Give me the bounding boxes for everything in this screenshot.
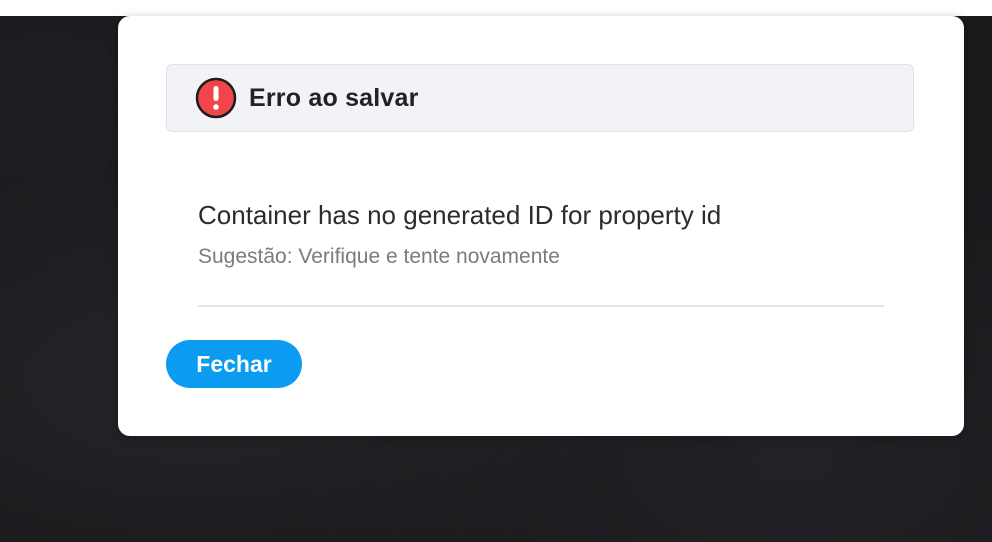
dialog-title: Erro ao salvar xyxy=(249,83,419,112)
divider xyxy=(198,305,884,307)
error-header: Erro ao salvar xyxy=(166,64,914,132)
close-button[interactable]: Fechar xyxy=(166,340,302,388)
page-background-strip xyxy=(0,0,992,16)
error-message: Container has no generated ID for proper… xyxy=(198,200,722,230)
error-suggestion: Sugestão: Verifique e tente novamente xyxy=(198,245,560,268)
alert-circle-icon xyxy=(195,77,237,119)
error-dialog: Erro ao salvar Container has no generate… xyxy=(118,16,964,436)
